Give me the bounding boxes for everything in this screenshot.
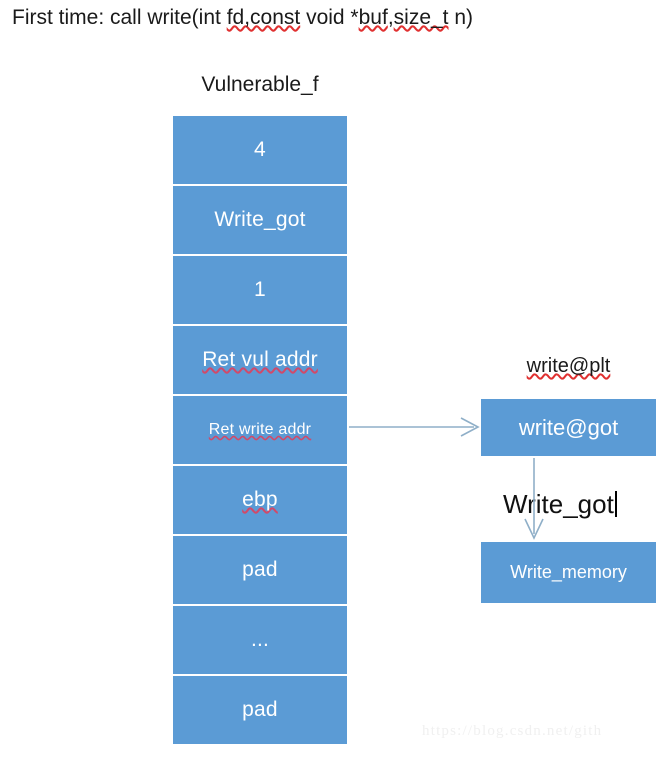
stack-cell-label: Ret vul addr	[202, 348, 318, 371]
title-part-suffix: n)	[448, 6, 474, 29]
stack-cell: 1	[172, 255, 348, 325]
write-got-arrow-label-text: Write_got	[503, 489, 614, 519]
write-got-box: write@got	[480, 398, 657, 457]
stack-cell-label: pad	[242, 698, 278, 721]
stack-cell: Ret write addr	[172, 395, 348, 465]
stack-column: 4 Write_got 1 Ret vul addr Ret write add…	[172, 115, 348, 745]
stack-cell: ...	[172, 605, 348, 675]
watermark: https://blog.csdn.net/gith	[422, 723, 603, 739]
title-misspelled-size-t: size_t	[393, 6, 449, 29]
stack-cell: 4	[172, 115, 348, 185]
write-memory-box: Write_memory	[480, 541, 657, 604]
arrow-ret-write-to-got	[349, 417, 480, 437]
write-got-box-label: write@got	[518, 414, 619, 440]
write-plt-label-text: write@plt	[526, 355, 611, 377]
page-title: First time: call write(int fd,const void…	[12, 4, 473, 32]
stack-cell: Ret vul addr	[172, 325, 348, 395]
stack-cell: pad	[172, 675, 348, 745]
stack-cell: pad	[172, 535, 348, 605]
stack-cell-label: 1	[254, 278, 266, 301]
stack-cell-label: ebp	[242, 488, 278, 511]
stack-column-label: Vulnerable_f	[201, 73, 319, 96]
stack-cell-label: ...	[250, 628, 270, 651]
write-got-arrow-label: Write_got	[503, 489, 617, 520]
stack-cell-label: Ret write addr	[208, 421, 312, 438]
write-plt-label: write@plt	[480, 355, 657, 378]
write-memory-box-label: Write_memory	[510, 562, 627, 582]
arrow-head-horizontal	[460, 417, 480, 437]
text-caret	[614, 491, 617, 517]
title-misspelled-fd-const: fd,const	[226, 6, 301, 29]
arrow-head-vertical	[524, 518, 544, 540]
title-misspelled-buf: buf	[358, 6, 388, 29]
title-part-middle: void *	[300, 6, 359, 29]
stack-cell: ebp	[172, 465, 348, 535]
stack-cell-label: 4	[254, 138, 266, 161]
title-part-prefix: First time: call write(int	[12, 6, 227, 29]
stack-cell-label: Write_got	[214, 208, 306, 231]
stack-cell: Write_got	[172, 185, 348, 255]
stack-cell-label: pad	[242, 558, 278, 581]
